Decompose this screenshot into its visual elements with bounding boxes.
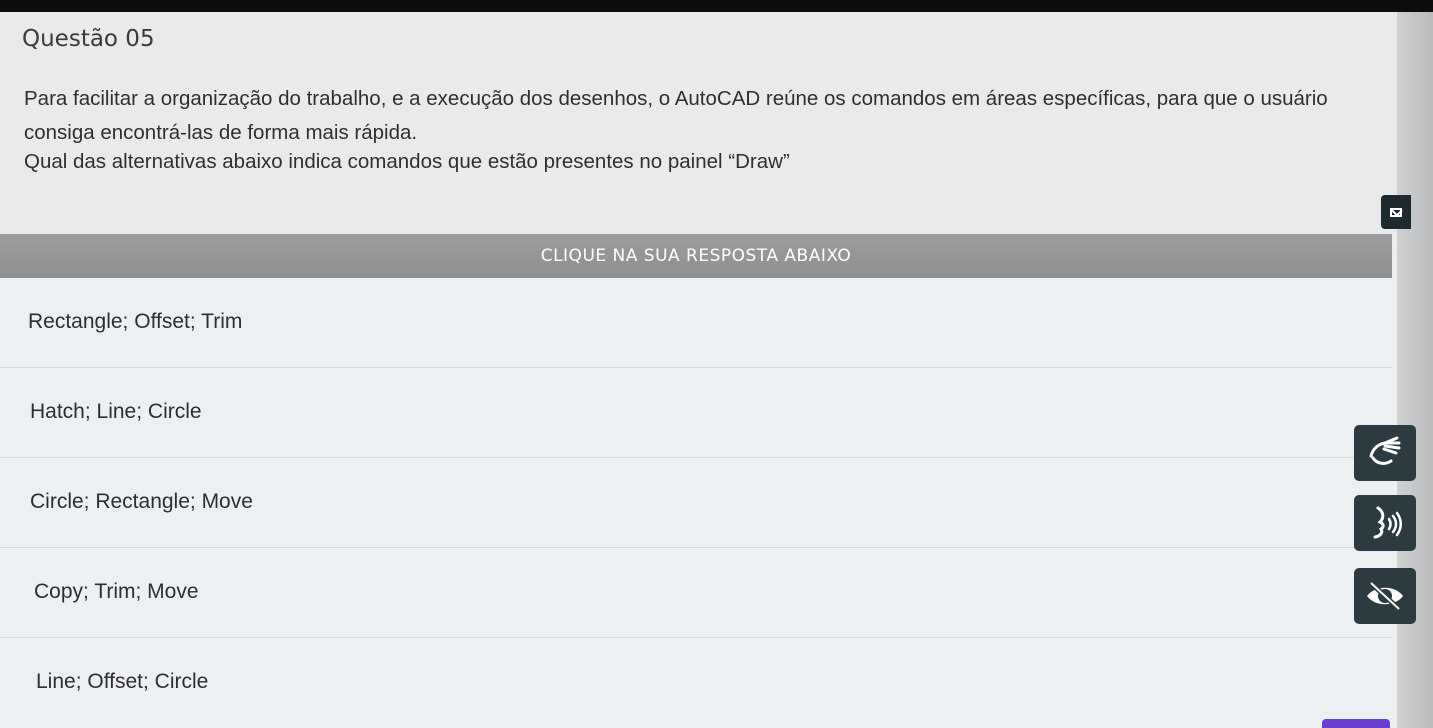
answer-label: Line; Offset; Circle xyxy=(36,670,209,693)
screen: Questão 05 Para facilitar a organização … xyxy=(0,0,1433,728)
question-statement: Para facilitar a organização do trabalho… xyxy=(24,87,1328,144)
answer-label: Copy; Trim; Move xyxy=(34,580,199,603)
question-title: Questão 05 xyxy=(22,26,155,52)
feedback-tab[interactable] xyxy=(1381,195,1411,229)
question-header: Questão 05 Para facilitar a organização … xyxy=(0,12,1397,234)
hide-eye-icon xyxy=(1367,581,1403,611)
answer-option-3[interactable]: Circle; Rectangle; Move xyxy=(0,458,1392,548)
sign-language-icon xyxy=(1369,436,1401,465)
answer-instruction: CLIQUE NA SUA RESPOSTA ABAIXO xyxy=(540,246,852,266)
answer-option-4[interactable]: Copy; Trim; Move xyxy=(0,548,1392,638)
answer-option-2[interactable]: Hatch; Line; Circle xyxy=(0,368,1392,458)
answer-label: Circle; Rectangle; Move xyxy=(30,490,253,513)
audio-speaker-icon xyxy=(1373,506,1402,539)
audio-reader-button[interactable] xyxy=(1354,495,1416,551)
mail-icon xyxy=(1390,207,1402,217)
answer-option-5[interactable]: Line; Offset; Circle xyxy=(0,638,1392,728)
sign-language-button[interactable] xyxy=(1354,425,1416,481)
answer-instruction-bar: CLIQUE NA SUA RESPOSTA ABAIXO xyxy=(0,234,1392,278)
answer-list: Rectangle; Offset; Trim Hatch; Line; Cir… xyxy=(0,278,1392,728)
top-bar xyxy=(0,0,1433,20)
answer-label: Rectangle; Offset; Trim xyxy=(28,310,243,333)
hide-content-button[interactable] xyxy=(1354,568,1416,624)
question-prompt: Qual das alternativas abaixo indica coma… xyxy=(24,150,790,173)
answer-option-1[interactable]: Rectangle; Offset; Trim xyxy=(0,278,1392,368)
bottom-accent-tab xyxy=(1322,719,1390,728)
question-card: Questão 05 Para facilitar a organização … xyxy=(0,12,1397,728)
answer-label: Hatch; Line; Circle xyxy=(30,400,202,423)
